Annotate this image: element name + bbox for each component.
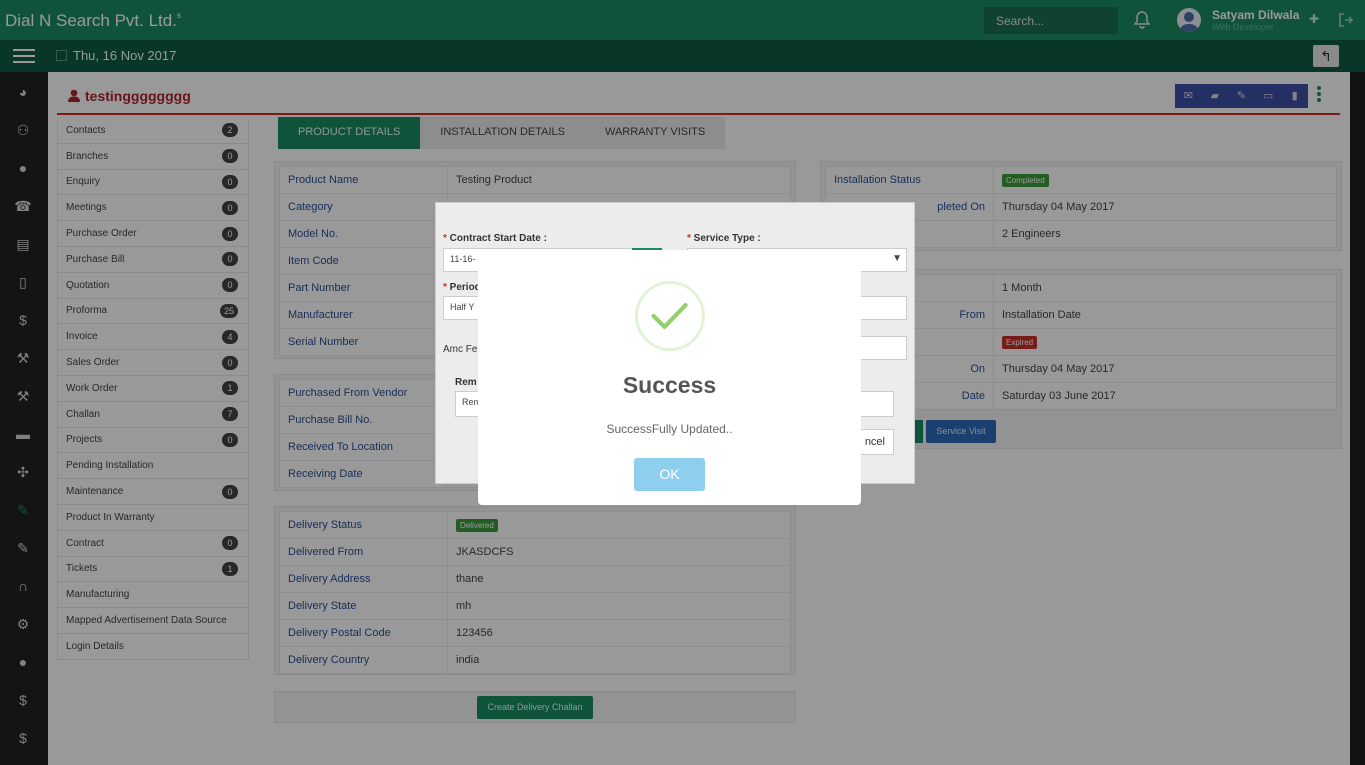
dialog-message: SuccessFully Updated..: [606, 422, 733, 436]
contract-start-label: * Contract Start Date :: [443, 233, 547, 244]
ok-button[interactable]: OK: [634, 458, 705, 491]
service-type-label: * Service Type :: [687, 233, 761, 244]
success-check-icon: [635, 281, 705, 351]
chevron-down-icon: ▼: [892, 253, 902, 264]
dialog-title: Success: [622, 372, 717, 398]
period-label: * Period: [443, 282, 481, 293]
remark-label: Rem: [455, 377, 477, 388]
success-dialog: Success SuccessFully Updated.. OK: [478, 250, 861, 505]
amc-fee-label: Amc Fe: [443, 344, 478, 355]
